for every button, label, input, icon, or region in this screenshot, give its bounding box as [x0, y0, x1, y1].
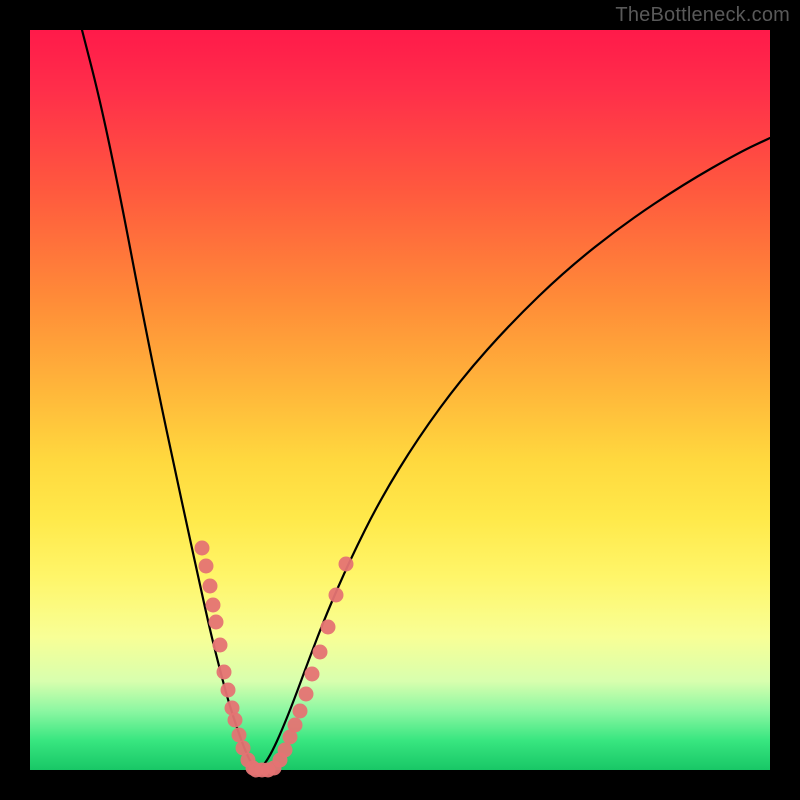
- datapoint: [206, 598, 221, 613]
- datapoint: [232, 728, 247, 743]
- datapoint: [313, 645, 328, 660]
- datapoint: [228, 713, 243, 728]
- datapoint: [199, 559, 214, 574]
- datapoint: [213, 638, 228, 653]
- right-curve: [258, 138, 770, 770]
- datapoint: [299, 687, 314, 702]
- curves-svg: [30, 30, 770, 770]
- datapoint: [209, 615, 224, 630]
- datapoint: [293, 704, 308, 719]
- datapoint: [203, 579, 218, 594]
- datapoint: [339, 557, 354, 572]
- datapoint: [278, 743, 293, 758]
- datapoint: [305, 667, 320, 682]
- datapoint: [221, 683, 236, 698]
- left-curve: [82, 30, 258, 770]
- watermark-text: TheBottleneck.com: [615, 4, 790, 27]
- datapoint: [195, 541, 210, 556]
- plot-area: [30, 30, 770, 770]
- datapoint: [321, 620, 336, 635]
- datapoint: [288, 718, 303, 733]
- datapoint: [217, 665, 232, 680]
- datapoint: [329, 588, 344, 603]
- chart-frame: TheBottleneck.com: [0, 0, 800, 800]
